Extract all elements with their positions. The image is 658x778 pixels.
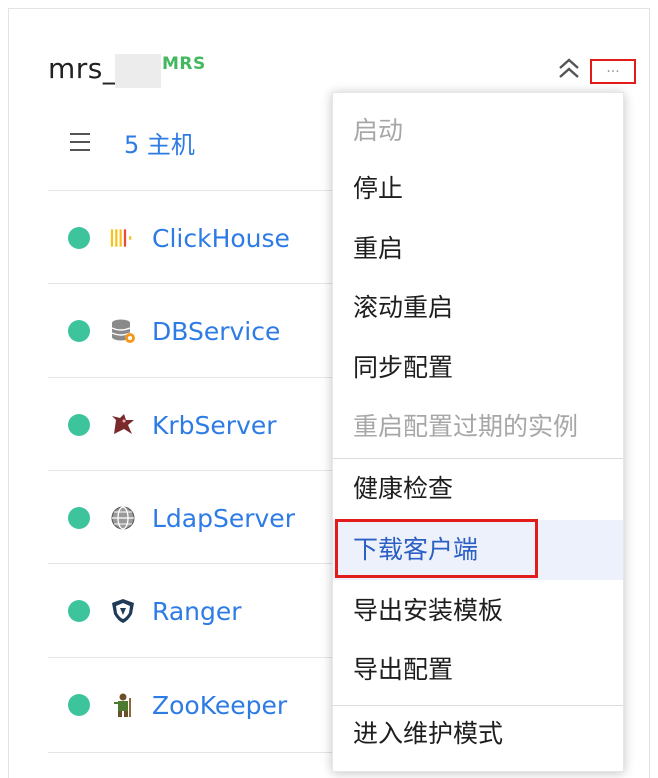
divider bbox=[48, 190, 333, 191]
dbservice-icon bbox=[110, 318, 136, 344]
service-name[interactable]: KrbServer bbox=[152, 411, 277, 440]
ranger-icon bbox=[110, 598, 136, 624]
service-row-dbservice[interactable]: DBService bbox=[68, 311, 280, 351]
service-name[interactable]: ClickHouse bbox=[152, 224, 290, 253]
menu-item-restart-stale-instances: 重启配置过期的实例 bbox=[353, 412, 579, 441]
service-name[interactable]: Ranger bbox=[152, 597, 242, 626]
cluster-name: mrs_ bbox=[48, 52, 118, 85]
status-running-icon bbox=[68, 600, 90, 622]
divider bbox=[48, 377, 333, 378]
menu-separator bbox=[333, 458, 623, 459]
divider bbox=[48, 283, 333, 284]
menu-item-restart[interactable]: 重启 bbox=[333, 221, 623, 277]
menu-item-enter-maintenance[interactable]: 进入维护模式 bbox=[333, 706, 623, 762]
list-icon bbox=[70, 133, 90, 151]
service-row-krbserver[interactable]: KrbServer bbox=[68, 405, 277, 445]
service-row-clickhouse[interactable]: ClickHouse bbox=[68, 218, 290, 258]
service-row-zookeeper[interactable]: ZooKeeper bbox=[68, 685, 287, 725]
service-name[interactable]: ZooKeeper bbox=[152, 691, 287, 720]
menu-item-sync-config[interactable]: 同步配置 bbox=[333, 340, 623, 396]
service-name[interactable]: LdapServer bbox=[152, 504, 295, 533]
service-row-ldapserver[interactable]: LdapServer bbox=[68, 498, 295, 538]
status-running-icon bbox=[68, 320, 90, 342]
more-actions-button[interactable]: ... bbox=[590, 59, 636, 84]
status-running-icon bbox=[68, 694, 90, 716]
menu-item-start: 启动 bbox=[353, 116, 404, 145]
ldapserver-icon bbox=[110, 505, 136, 531]
clickhouse-icon bbox=[110, 225, 136, 251]
zookeeper-icon bbox=[110, 692, 136, 718]
redacted-name-mask bbox=[115, 54, 161, 88]
collapse-icon[interactable] bbox=[556, 56, 582, 82]
menu-item-export-install-template[interactable]: 导出安装模板 bbox=[333, 583, 623, 639]
divider bbox=[48, 752, 333, 753]
hosts-link[interactable]: 5 主机 bbox=[124, 125, 195, 160]
status-running-icon bbox=[68, 507, 90, 529]
service-name[interactable]: DBService bbox=[152, 317, 280, 346]
menu-item-rolling-restart[interactable]: 滚动重启 bbox=[333, 280, 623, 336]
service-row-ranger[interactable]: Ranger bbox=[68, 591, 242, 631]
divider bbox=[48, 470, 333, 471]
krbserver-icon bbox=[110, 412, 136, 438]
menu-item-health-check[interactable]: 健康检查 bbox=[333, 461, 623, 517]
divider bbox=[48, 563, 333, 564]
status-running-icon bbox=[68, 227, 90, 249]
menu-item-export-config[interactable]: 导出配置 bbox=[333, 642, 623, 698]
menu-item-stop[interactable]: 停止 bbox=[333, 161, 623, 217]
divider bbox=[48, 657, 333, 658]
hosts-row: 5 主机 bbox=[70, 124, 195, 160]
status-running-icon bbox=[68, 414, 90, 436]
more-actions-menu: 启动 停止 重启 滚动重启 同步配置 重启配置过期的实例 健康检查 下载客户端 … bbox=[332, 92, 624, 772]
menu-item-download-client[interactable]: 下载客户端 bbox=[333, 520, 623, 580]
cluster-type-badge: MRS bbox=[162, 54, 206, 74]
